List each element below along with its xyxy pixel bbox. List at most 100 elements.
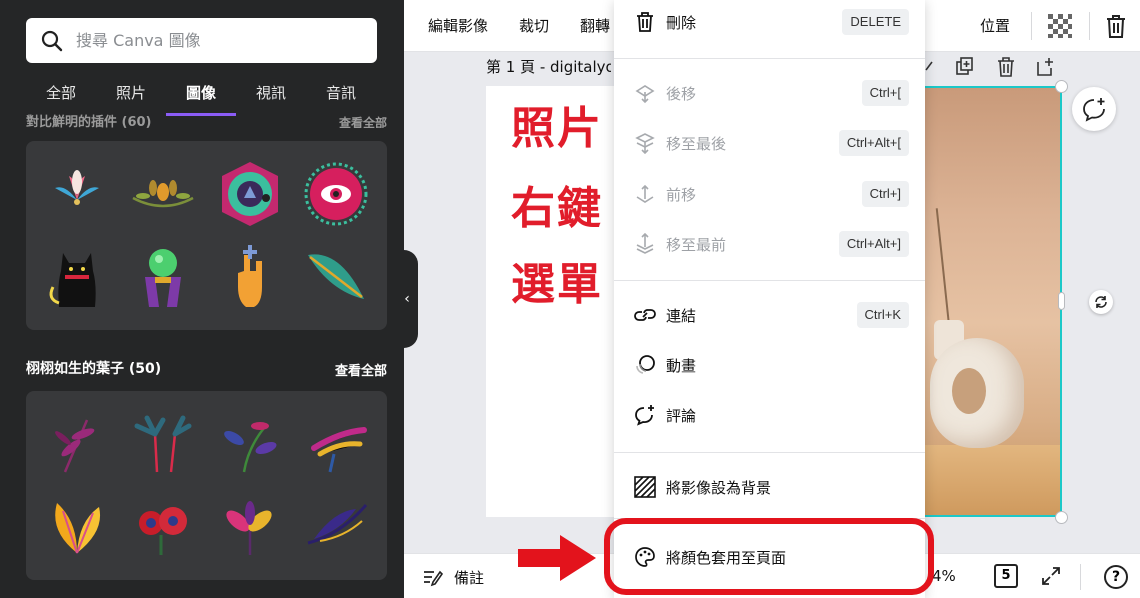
- menu-item-delete[interactable]: 刪除 DELETE: [614, 0, 925, 44]
- zoom-level[interactable]: 4%: [932, 567, 956, 585]
- tab-all[interactable]: 全部: [26, 72, 96, 116]
- menu-item-link[interactable]: 連結 Ctrl+K: [614, 293, 925, 337]
- annotation-text-line-2: 右鍵: [511, 183, 603, 234]
- menu-label: 將影像設為背景: [666, 478, 772, 497]
- rotate-button[interactable]: [1089, 290, 1113, 314]
- position-button[interactable]: 位置: [980, 0, 1010, 52]
- link-icon: [634, 304, 656, 326]
- shortcut-badge: Ctrl+Alt+[: [838, 130, 909, 156]
- shortcut-badge: Ctrl+K: [856, 302, 909, 328]
- graphic-leaf-red-flowers[interactable]: [120, 486, 206, 569]
- send-backward-icon: [634, 82, 656, 104]
- tab-photos[interactable]: 照片: [96, 72, 166, 116]
- menu-item-set-as-background[interactable]: 將影像設為背景: [614, 465, 925, 509]
- menu-label: 後移: [666, 84, 697, 103]
- graphic-leaf-purple[interactable]: [34, 403, 120, 486]
- shortcut-badge: DELETE: [842, 9, 909, 35]
- graphic-evil-eye[interactable]: [293, 153, 379, 236]
- menu-label: 評論: [666, 406, 697, 425]
- graphic-leaf-colorful[interactable]: [293, 403, 379, 486]
- highlight-box: [604, 518, 934, 595]
- see-all-lifelike-leaves[interactable]: 查看全部: [335, 360, 387, 379]
- bring-forward-icon: [634, 183, 656, 205]
- edit-image-button[interactable]: 編輯影像: [428, 0, 488, 52]
- flip-button[interactable]: 翻轉: [580, 0, 610, 52]
- delete-page-icon[interactable]: [995, 56, 1017, 78]
- graphic-leaf-garland[interactable]: [120, 153, 206, 236]
- graphic-hand-cross[interactable]: [207, 236, 293, 319]
- graphic-eye-amulet[interactable]: [207, 153, 293, 236]
- menu-divider: [614, 280, 925, 281]
- comment-plus-icon: [1083, 98, 1105, 122]
- menu-label: 前移: [666, 185, 697, 204]
- graphic-leaf-yellow[interactable]: [34, 486, 120, 569]
- page-collapse-icon[interactable]: [924, 56, 934, 78]
- shortcut-badge: Ctrl+[: [861, 80, 909, 106]
- annotation-text-line-1: 照片: [511, 103, 603, 154]
- left-panel: 全部 照片 圖像 視訊 音訊 對比鮮明的插件 (60) 查看全部: [0, 0, 404, 598]
- media-tabs: 全部 照片 圖像 視訊 音訊: [26, 72, 388, 116]
- menu-label: 動畫: [666, 356, 697, 375]
- graphic-leaf-pink-yellow[interactable]: [207, 486, 293, 569]
- shortcut-badge: Ctrl+Alt+]: [838, 231, 909, 257]
- resize-handle-top-right[interactable]: [1055, 80, 1068, 93]
- chevron-left-icon: ‹: [404, 291, 410, 307]
- notes-button[interactable]: 備註: [422, 566, 484, 588]
- menu-item-bring-forward[interactable]: 前移 Ctrl+]: [614, 172, 925, 216]
- help-button[interactable]: ?: [1104, 565, 1128, 589]
- graphics-grid-leaves: [26, 391, 387, 580]
- graphics-grid-stickers: [26, 141, 387, 330]
- bottom-divider: [1080, 564, 1081, 590]
- collapse-panel-button[interactable]: ‹: [396, 250, 418, 348]
- notes-label: 備註: [454, 568, 485, 587]
- menu-label: 連結: [666, 306, 697, 325]
- send-to-back-icon: [634, 132, 656, 154]
- add-page-icon[interactable]: [1035, 56, 1057, 78]
- delete-icon[interactable]: [1103, 13, 1129, 39]
- menu-divider: [614, 58, 925, 59]
- graphic-black-cat[interactable]: [34, 236, 120, 319]
- page-count-button[interactable]: 5: [994, 564, 1018, 588]
- see-all-contrast-stickers[interactable]: 查看全部: [339, 112, 387, 128]
- crop-button[interactable]: 裁切: [519, 0, 549, 52]
- comment-icon: [634, 404, 656, 426]
- rotate-icon: [1095, 296, 1107, 308]
- tab-graphics[interactable]: 圖像: [166, 72, 236, 116]
- menu-item-send-backward[interactable]: 後移 Ctrl+[: [614, 71, 925, 115]
- search-icon: [41, 30, 63, 51]
- menu-divider: [614, 452, 925, 453]
- animate-icon: [634, 354, 656, 376]
- photo-vase: [930, 338, 1024, 448]
- graphic-leaf-green-blue[interactable]: [207, 403, 293, 486]
- background-icon: [634, 476, 656, 498]
- menu-item-comment[interactable]: 評論: [614, 393, 925, 437]
- graphic-leaf-teal-red[interactable]: [120, 403, 206, 486]
- bring-to-front-icon: [634, 233, 656, 255]
- page-title[interactable]: 第 1 頁 - digitalyo: [486, 56, 611, 77]
- search-input[interactable]: [76, 31, 356, 50]
- section-title-contrast-stickers: 對比鮮明的插件 (60): [26, 115, 152, 128]
- toolbar-divider: [1031, 12, 1032, 40]
- search-box[interactable]: [26, 18, 377, 63]
- add-comment-button[interactable]: [1072, 87, 1116, 131]
- graphic-leaf-dark-purple[interactable]: [293, 486, 379, 569]
- resize-handle-right[interactable]: [1058, 292, 1065, 310]
- duplicate-page-icon[interactable]: [954, 56, 976, 78]
- tab-videos[interactable]: 視訊: [236, 72, 306, 116]
- selected-photo[interactable]: [924, 86, 1062, 517]
- menu-label: 刪除: [666, 13, 697, 32]
- graphic-crystal-ball[interactable]: [120, 236, 206, 319]
- menu-label: 移至最後: [666, 134, 727, 153]
- menu-item-send-to-back[interactable]: 移至最後 Ctrl+Alt+[: [614, 121, 925, 165]
- photo-table: [924, 445, 1060, 515]
- transparency-icon[interactable]: [1047, 13, 1073, 39]
- fullscreen-icon[interactable]: [1040, 565, 1062, 587]
- graphic-feathers-blue[interactable]: [34, 153, 120, 236]
- menu-item-animate[interactable]: 動畫: [614, 343, 925, 387]
- toolbar-divider: [1089, 12, 1090, 40]
- resize-handle-bottom-right[interactable]: [1055, 511, 1068, 524]
- graphic-teal-feather[interactable]: [293, 236, 379, 319]
- context-menu: 刪除 DELETE 後移 Ctrl+[ 移至最後 Ctrl+Alt+[ 前移 C…: [614, 0, 925, 598]
- tab-audio[interactable]: 音訊: [306, 72, 376, 116]
- menu-item-bring-to-front[interactable]: 移至最前 Ctrl+Alt+]: [614, 222, 925, 266]
